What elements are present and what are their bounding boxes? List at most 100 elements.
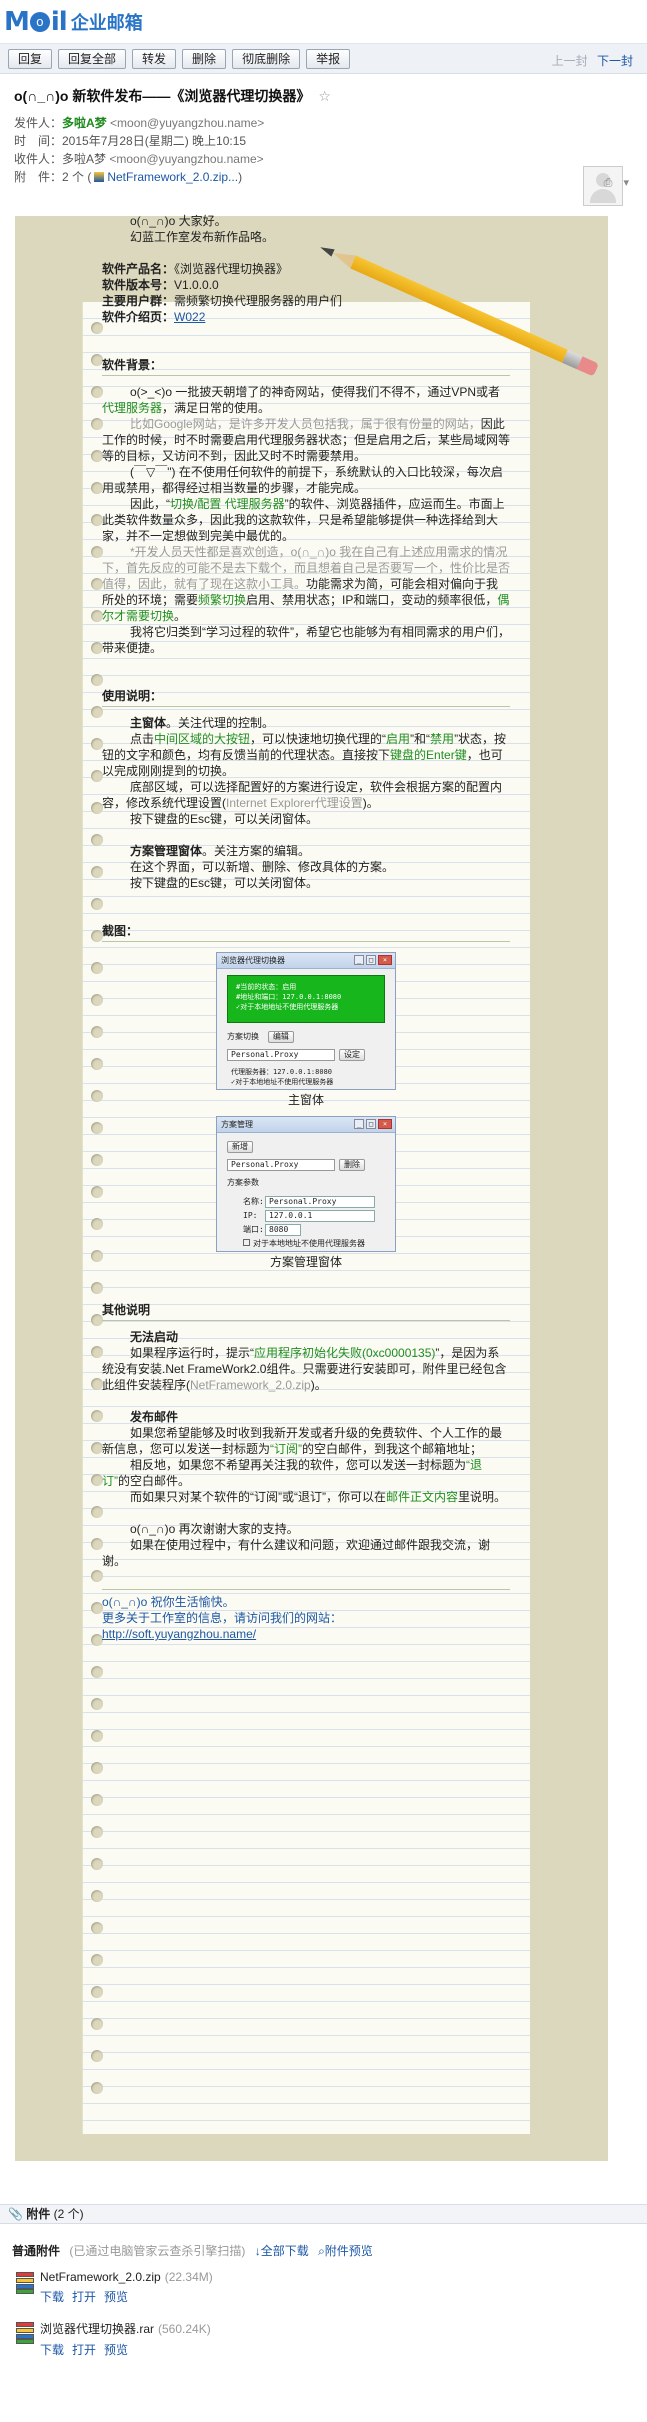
user-group-value: 需频繁切换代理服务器的用户们 — [174, 294, 343, 308]
prev-mail-link[interactable]: 上一封 — [552, 54, 588, 68]
logo-m: M — [4, 6, 30, 37]
shot1-local-line: ✓对于本地地址不使用代理服务器 — [231, 1078, 334, 1086]
logo[interactable]: Mo il 企业邮箱 — [4, 7, 143, 37]
shot1-status-panel: #当前的状态：启用 #地址和端口：127.0.0.1:8080 ✓对于本地地址不… — [227, 975, 385, 1023]
next-mail-link[interactable]: 下一封 — [597, 54, 633, 68]
print-icon[interactable]: ⎙ — [604, 177, 613, 189]
permanent-delete-button[interactable]: 彻底删除 — [232, 48, 301, 69]
other-2-para-2: 相反地，如果您不希望再关注我的软件，您可以发送一封标题为“退订”的空白邮件。 — [102, 1458, 483, 1488]
thanks-line-1: o(∩_∩)o 再次谢谢大家的支持。 — [130, 1522, 299, 1536]
reply-all-button[interactable]: 回复全部 — [58, 48, 127, 69]
intro-page-link[interactable]: W022 — [174, 310, 205, 324]
usage-para-3: 底部区域，可以选择配置好的方案进行设定，软件会根据方案的配置内容，修改系统代理设… — [102, 780, 503, 810]
background-para-3: (￣▽￣") 在不使用任何软件的前提下，系统默认的入口比较深，每次启用或禁用，都… — [102, 465, 503, 495]
usage-para-6: 在这个界面，可以新增、删除、修改具体的方案。 — [130, 860, 395, 874]
reply-button[interactable]: 回复 — [8, 48, 53, 69]
zip-icon — [16, 2272, 34, 2294]
shot2-name-input: Personal.Proxy — [265, 1196, 375, 1208]
attachment-section-header: 普通附件 (已通过电脑管家云查杀引擎扫描) ↓全部下载 ⌕附件预览 — [12, 2242, 373, 2259]
signature: o(∩_∩)o 祝你生活愉快。 更多关于工作室的信息，请访问我们的网站： htt… — [102, 1589, 510, 1642]
attachment-bar-label: 附件 — [26, 2207, 51, 2221]
scheme-manager-caption: 方案管理窗体 — [269, 1255, 342, 1269]
attachment-section-label: 普通附件 — [12, 2244, 61, 2258]
report-button[interactable]: 举报 — [306, 48, 351, 69]
signature-line-2: 更多关于工作室的信息，请访问我们的网站： — [102, 1611, 343, 1625]
signature-line-1: o(∩_∩)o 祝你生活愉快。 — [102, 1595, 235, 1609]
user-group-row: 主要用户群：需频繁切换代理服务器的用户们 — [102, 293, 510, 309]
product-name-label: 软件产品名： — [102, 262, 175, 276]
mail-toolbar: 回复 回复全部 转发 删除 彻底删除 举报 上一封 下一封 — [0, 44, 647, 74]
other-1-title: 无法启动 — [130, 1330, 179, 1344]
shot2-port-label: 端口: — [243, 1225, 264, 1234]
open-link[interactable]: 打开 — [72, 2290, 96, 2304]
time-label: 时 间： — [14, 134, 63, 148]
search-icon: ⌕ — [318, 2244, 325, 2258]
shot2-port-input: 8080 — [265, 1224, 301, 1236]
usage-para-7: 按下键盘的Esc键，可以关闭窗体。 — [130, 876, 319, 890]
other-2-para-3: 而如果只对某个软件的“订阅”或“退订”，你可以在邮件正文内容里说明。 — [130, 1490, 507, 1504]
attachment-name[interactable]: 浏览器代理切换器.rar — [40, 2322, 154, 2336]
attachment-scan-note: (已通过电脑管家云查杀引擎扫描) — [69, 2244, 246, 2258]
zip-icon — [94, 172, 105, 182]
product-name-row: 软件产品名：《浏览器代理切换器》 — [102, 261, 510, 277]
attachment-close: ) — [238, 170, 243, 184]
forward-button[interactable]: 转发 — [132, 48, 177, 69]
header-icons: ⎙ ▾ — [596, 176, 629, 190]
background-para-2: 比如Google网站，是许多开发人员包括我，属于很有份量的网站，因此工作的时候，… — [102, 417, 511, 463]
attachment-item: NetFramework_2.0.zip (22.34M) 下载 打开 预览 — [16, 2270, 213, 2310]
shot2-ip-input: 127.0.0.1 — [265, 1210, 375, 1222]
rar-icon — [16, 2322, 34, 2344]
shot2-delete-button: 删除 — [339, 1159, 365, 1171]
shot1-edit-button: 编辑 — [267, 1031, 294, 1043]
preview-link[interactable]: 预览 — [104, 2290, 128, 2304]
attachment-name[interactable]: NetFramework_2.0.zip — [40, 2270, 161, 2284]
attachment-row: 附 件：2 个 (NetFramework_2.0.zip...) — [14, 168, 637, 186]
download-link[interactable]: 下载 — [40, 2290, 64, 2304]
top-bar: Mo il 企业邮箱 — [0, 0, 647, 44]
scheme-manager-screenshot: 方案管理 _ □ × 新增 Personal.Proxy 删除 方案参数 名称: Pe… — [216, 1116, 396, 1252]
background-para-6: 我将它归类到“学习过程的软件”，希望它也能够为有相同需求的用户们，带来便捷。 — [102, 625, 510, 655]
other-2-para-1: 如果您希望能够及时收到我新开发或者升级的免费软件、个人工作的最新信息，您可以发送… — [102, 1426, 503, 1456]
other-1-para: 如果程序运行时，提示“应用程序初始化失败(0xc0000135)”，是因为系统没… — [102, 1346, 507, 1392]
pager: 上一封 下一封 — [552, 52, 633, 69]
shot2-new-button: 新增 — [227, 1141, 253, 1153]
more-icon[interactable]: ▾ — [623, 177, 629, 189]
greeting-line-2: 幻蓝工作室发布新作品咯。 — [130, 230, 275, 244]
logo-il: il — [50, 6, 68, 37]
attachment-size: (22.34M) — [164, 2270, 213, 2284]
subject-text: o(∩_∩)o 新软件发布——《浏览器代理切换器》 — [14, 88, 311, 104]
main-window-caption: 主窗体 — [287, 1093, 324, 1107]
shot2-name-label: 名称: — [243, 1197, 264, 1206]
recipient-name[interactable]: 多啦A梦 — [62, 152, 106, 166]
recipient-label: 收件人： — [14, 152, 63, 166]
paperclip-icon: 📎 — [8, 2207, 23, 2221]
attachment-bar-count: (2 个) — [53, 2207, 84, 2221]
sender-label: 发件人： — [14, 116, 63, 130]
recipient-address: <moon@yuyangzhou.name> — [109, 152, 264, 166]
product-name-value: 《浏览器代理切换器》 — [174, 262, 289, 276]
attachment-file-link[interactable]: NetFramework_2.0.zip... — [107, 170, 238, 184]
download-link[interactable]: 下载 — [40, 2343, 64, 2357]
preview-all-link[interactable]: 附件预览 — [325, 2244, 373, 2258]
usage-para-2: 点击中间区域的大按钮，可以快速地切换代理的“启用”和“禁用”状态，按钮的文字和颜… — [102, 732, 507, 778]
attachment-bar: 📎 附件 (2 个) — [0, 2204, 647, 2224]
logo-o-icon: o — [29, 11, 50, 32]
open-link[interactable]: 打开 — [72, 2343, 96, 2357]
preview-link[interactable]: 预览 — [104, 2343, 128, 2357]
screenshot-section-title: 截图： — [102, 923, 510, 942]
download-all-link[interactable]: 全部下载 — [261, 2244, 309, 2258]
usage-para-5: 方案管理窗体。关注方案的编辑。 — [130, 844, 311, 858]
star-icon[interactable]: ☆ — [318, 88, 331, 105]
shot1-tab-label: 方案切换 — [227, 1032, 259, 1041]
shot1-set-button: 设定 — [339, 1049, 365, 1061]
background-para-4: 因此，“切换/配置 代理服务器”的软件、浏览器插件，应运而生。市面上此类软件数量… — [102, 497, 505, 543]
sender-name[interactable]: 多啦A梦 — [62, 116, 107, 130]
website-link[interactable]: http://soft.yuyangzhou.name/ — [102, 1626, 510, 1642]
usage-para-1: 主窗体。关注代理的控制。 — [130, 716, 275, 730]
delete-button[interactable]: 删除 — [182, 48, 227, 69]
shot2-group-label: 方案参数 — [227, 1178, 259, 1187]
recipient-row: 收件人：多啦A梦 <moon@yuyangzhou.name> — [14, 150, 637, 168]
sender-address: <moon@yuyangzhou.name> — [110, 116, 265, 130]
user-group-label: 主要用户群： — [102, 294, 175, 308]
intro-page-row: 软件介绍页：W022 — [102, 309, 510, 325]
